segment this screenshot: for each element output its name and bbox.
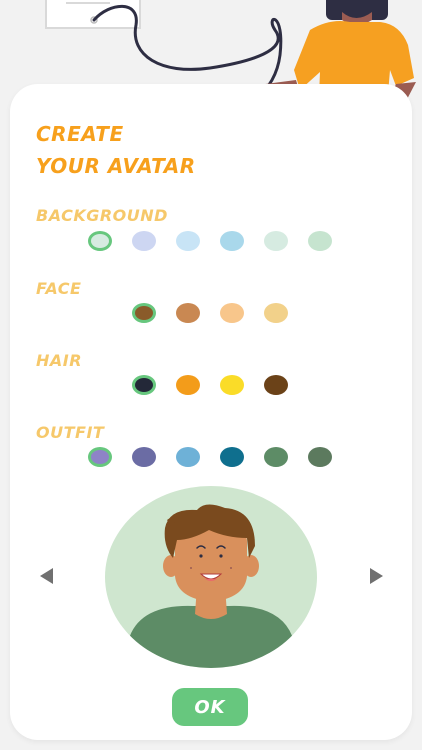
face-section-label: FACE — [36, 279, 82, 298]
page-title: CREATE YOUR AVATAR — [36, 118, 256, 182]
hair-section-label: HAIR — [36, 351, 83, 370]
background-swatch-1[interactable] — [88, 231, 112, 251]
background-swatch-2[interactable] — [132, 231, 156, 251]
background-swatch-4[interactable] — [220, 231, 244, 251]
hair-swatch-3[interactable] — [220, 375, 244, 395]
face-swatch-1[interactable] — [132, 303, 156, 323]
avatar-illustration — [117, 504, 305, 668]
background-swatch-5[interactable] — [264, 231, 288, 251]
hair-swatch-4[interactable] — [264, 375, 288, 395]
hair-swatch-2[interactable] — [176, 375, 200, 395]
outfit-swatch-5[interactable] — [264, 447, 288, 467]
title-line-1: CREATE — [36, 122, 124, 146]
title-line-2: YOUR AVATAR — [36, 154, 196, 178]
outfit-swatch-4[interactable] — [220, 447, 244, 467]
background-swatch-6[interactable] — [308, 231, 332, 251]
previous-arrow-icon[interactable] — [40, 568, 53, 584]
ok-button[interactable]: OK — [172, 688, 248, 726]
outfit-section-label: OUTFIT — [36, 423, 105, 442]
background-swatch-3[interactable] — [176, 231, 200, 251]
outfit-swatch-6[interactable] — [308, 447, 332, 467]
background-section-label: BACKGROUND — [36, 206, 168, 225]
avatar-preview — [105, 486, 317, 668]
hair-swatch-1[interactable] — [132, 375, 156, 395]
face-swatch-4[interactable] — [264, 303, 288, 323]
face-swatch-3[interactable] — [220, 303, 244, 323]
outfit-swatch-2[interactable] — [132, 447, 156, 467]
face-swatch-2[interactable] — [176, 303, 200, 323]
outfit-swatch-3[interactable] — [176, 447, 200, 467]
laptop-icon — [45, 0, 141, 29]
outfit-swatch-1[interactable] — [88, 447, 112, 467]
next-arrow-icon[interactable] — [370, 568, 383, 584]
